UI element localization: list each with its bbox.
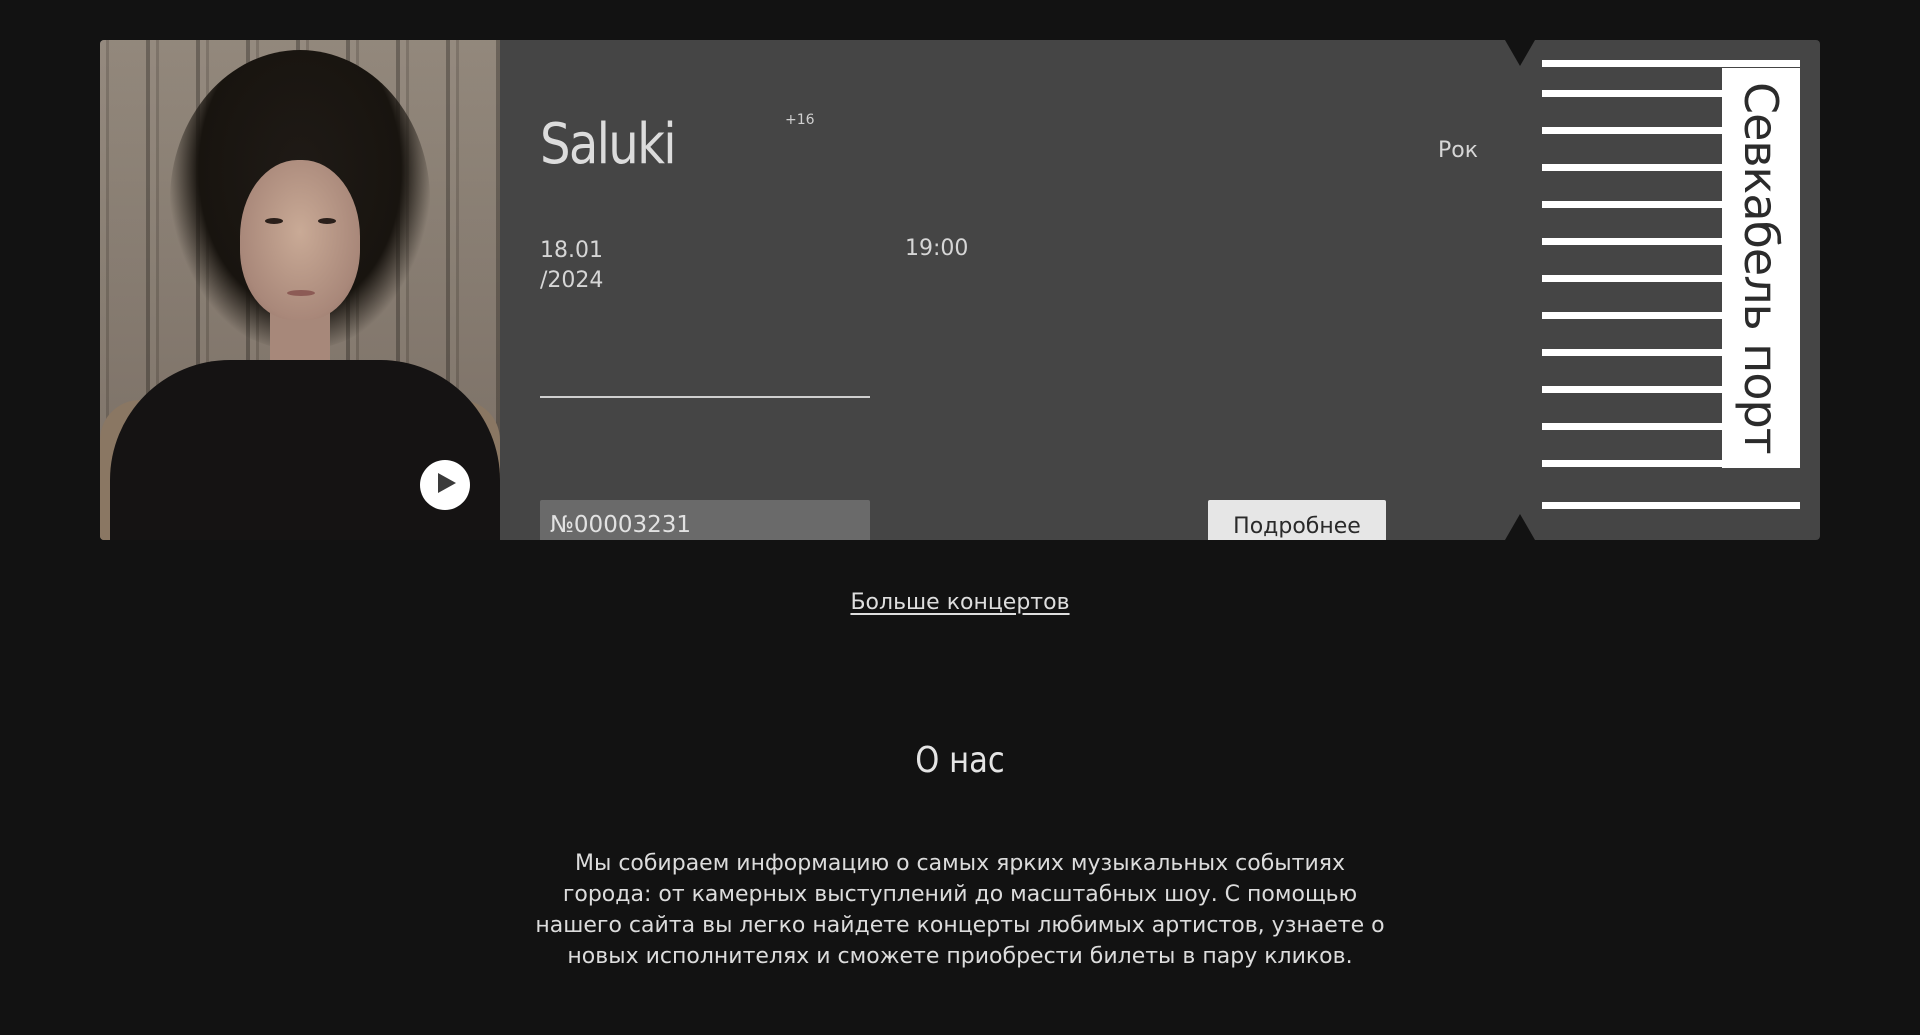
details-button[interactable]: Подробнее xyxy=(1208,500,1386,540)
page: Saluki +16 Рок 18.01 /2024 19:00 №000032… xyxy=(0,0,1920,1035)
play-icon xyxy=(434,473,456,497)
about-title: О нас xyxy=(915,740,1005,781)
ticket-notch-top xyxy=(1505,40,1535,66)
more-concerts: Больше концертов xyxy=(0,590,1920,615)
concert-time: 19:00 xyxy=(905,236,969,261)
venue-label-box: Севкабель порт xyxy=(1722,68,1800,468)
genre-label: Рок xyxy=(1438,138,1479,163)
ticket-notch-bottom xyxy=(1505,514,1535,540)
venue-name: Севкабель порт xyxy=(1734,82,1788,454)
ticket-number: №00003231 xyxy=(540,500,870,540)
about-text: Мы собираем информацию о самых ярких муз… xyxy=(535,851,1385,969)
date-year: /2024 xyxy=(540,268,604,293)
date-day-month: 18.01 xyxy=(540,238,603,263)
age-rating-badge: +16 xyxy=(785,112,815,128)
concert-date: 18.01 /2024 xyxy=(540,236,603,296)
artist-photo xyxy=(100,40,500,540)
concert-ticket-card: Saluki +16 Рок 18.01 /2024 19:00 №000032… xyxy=(100,40,1820,540)
more-concerts-link[interactable]: Больше концертов xyxy=(850,590,1069,615)
play-button[interactable] xyxy=(420,460,470,510)
barcode: Севкабель порт xyxy=(1542,60,1800,520)
divider xyxy=(540,396,870,398)
artist-name: Saluki xyxy=(540,112,677,177)
